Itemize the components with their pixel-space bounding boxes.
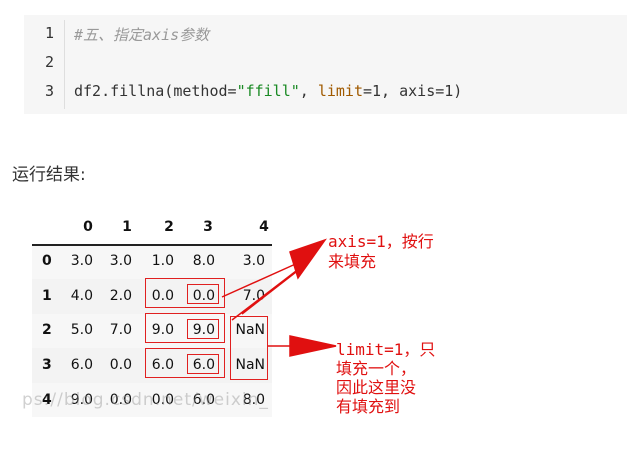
watermark-text: ps://blog.csdn.net/weixin_ — [22, 390, 269, 410]
arrow-line — [221, 261, 301, 298]
annotation-limit-line4: 有填充到 — [336, 397, 401, 416]
annotation-axis-line1: axis=1，按行 — [328, 232, 434, 251]
arrow-head — [289, 335, 337, 357]
annotation-arrows — [221, 238, 337, 357]
annotation-limit-line2: 填充一个， — [336, 359, 417, 378]
annotation-limit-line1: limit=1，只 — [336, 340, 436, 359]
annotation-limit-line3: 因此这里没 — [336, 378, 417, 397]
arrow-line — [231, 267, 301, 321]
annotation-axis-line2: 来填充 — [328, 252, 377, 271]
